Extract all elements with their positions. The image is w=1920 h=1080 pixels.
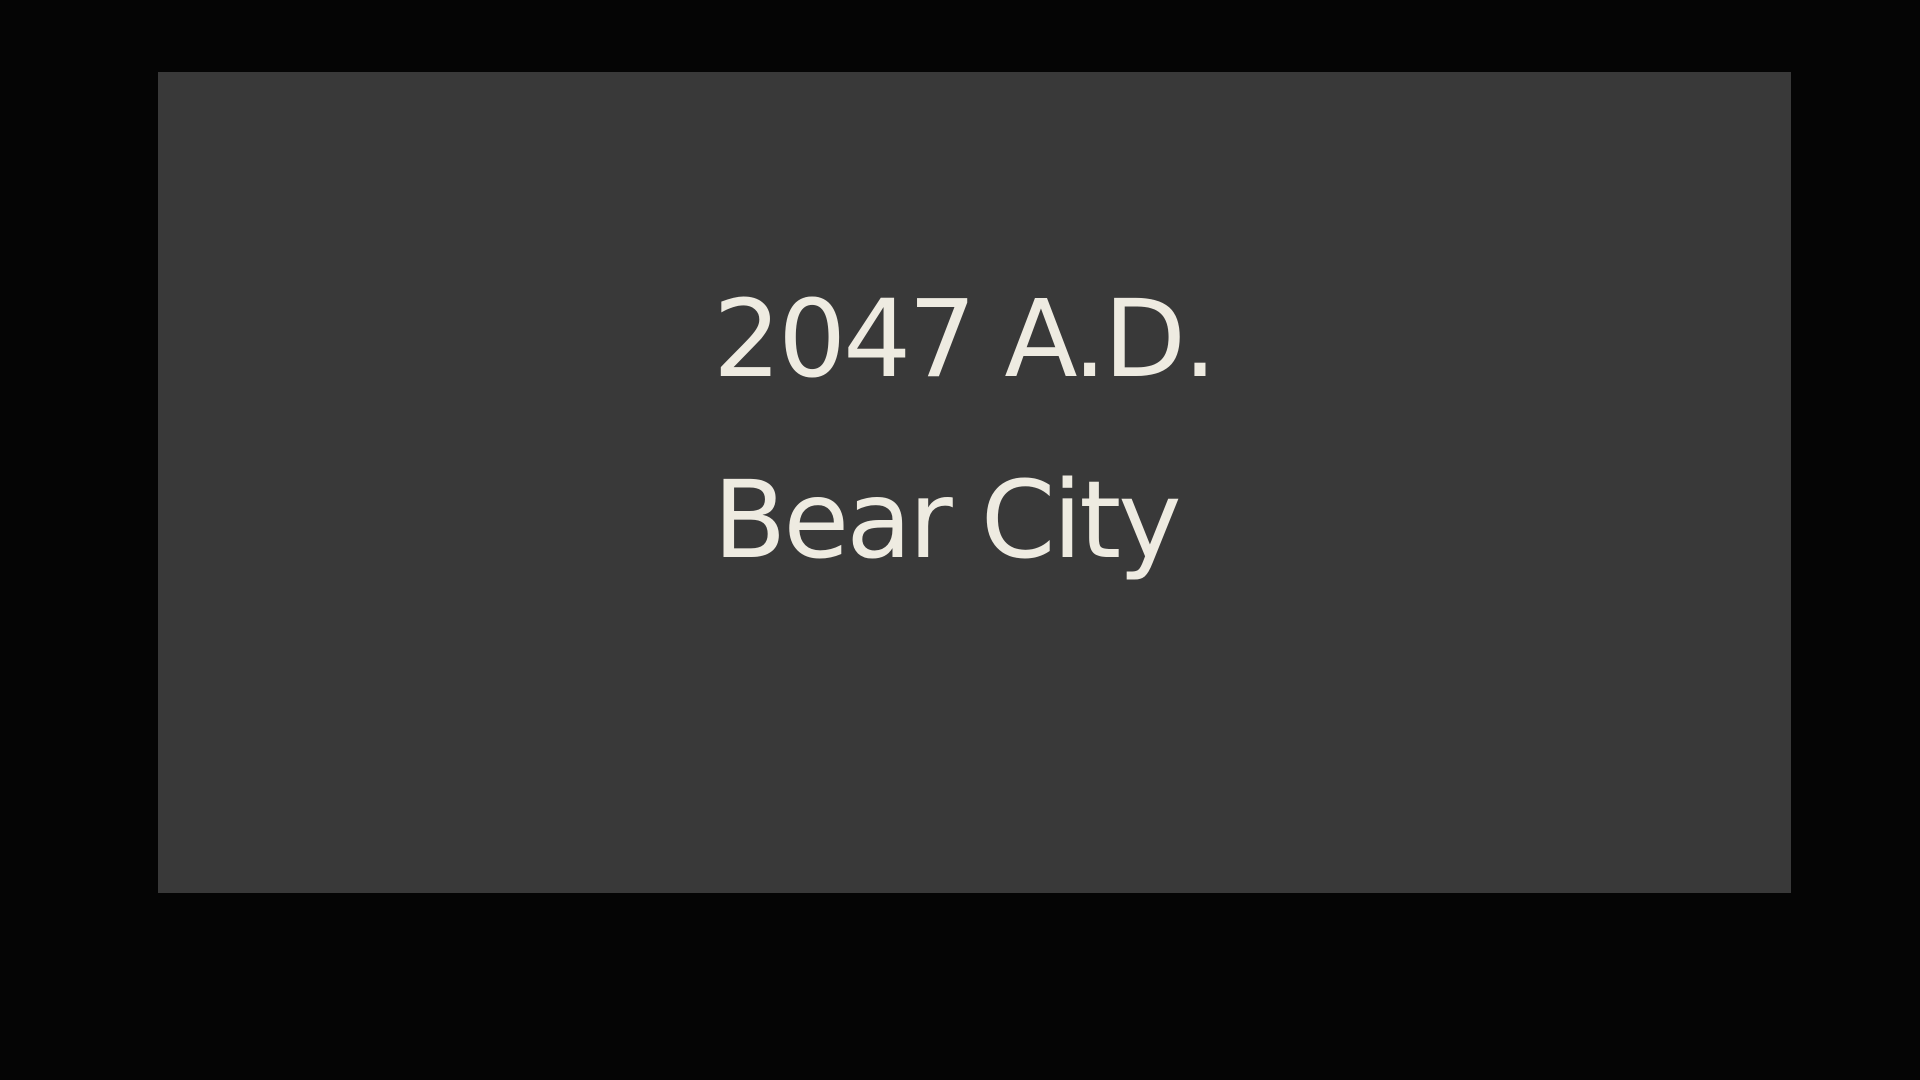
location-text: Bear City (713, 459, 1182, 583)
year-text: 2047 A.D. (713, 278, 1217, 402)
title-card-text: 2047 A.D. Bear City (713, 250, 1217, 612)
game-screen: 2047 A.D. Bear City (0, 0, 1920, 1080)
title-card: 2047 A.D. Bear City (158, 72, 1791, 893)
